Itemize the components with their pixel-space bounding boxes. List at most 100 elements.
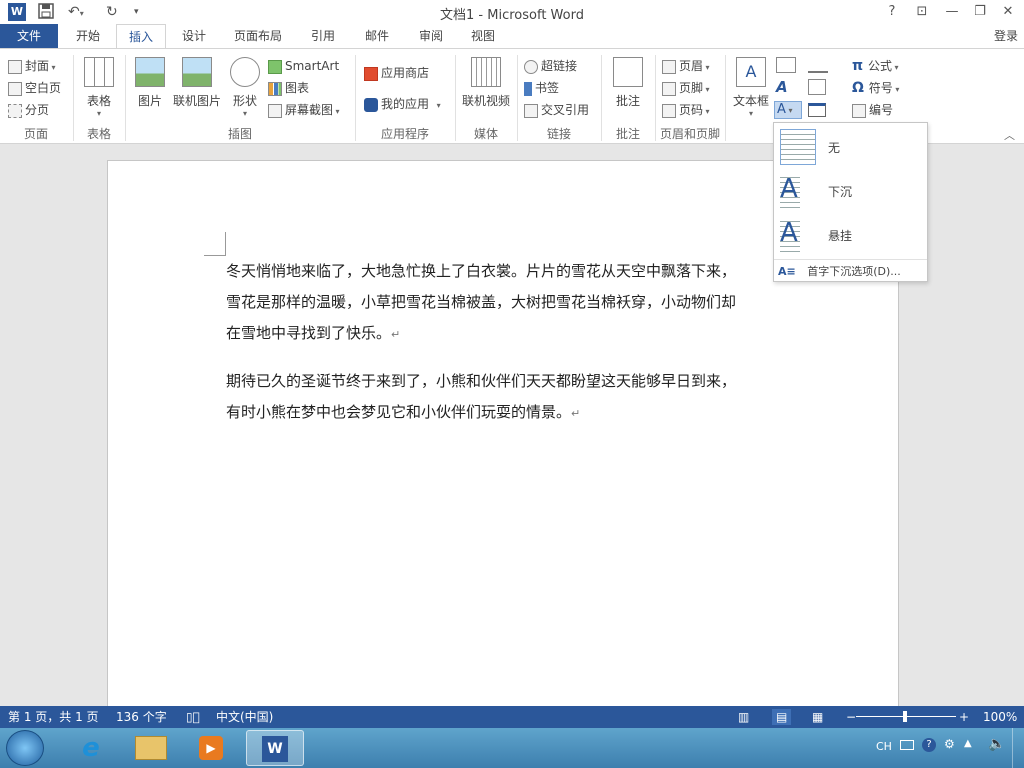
help-button[interactable]: ? [880, 2, 904, 22]
ribbon-display-options-button[interactable]: ⊡ [910, 2, 934, 22]
chart-button[interactable]: 图表 [268, 77, 309, 99]
paragraph-2-line-1: 期待已久的圣诞节终于来到了，小熊和伙伴们天天都盼望这天能够早日到来， [226, 372, 737, 390]
screenshot-button[interactable]: 屏幕截图 ▾ [268, 99, 340, 121]
store-icon [364, 66, 378, 81]
tab-insert[interactable]: 插入 [116, 24, 166, 49]
footer-button[interactable]: 页脚 ▾ [662, 77, 710, 99]
my-apps-icon [364, 97, 378, 112]
page-count[interactable]: 第 1 页，共 1 页 [8, 709, 99, 725]
drop-cap-in-margin-option[interactable]: A 悬挂 [776, 213, 926, 257]
drop-cap-none-option[interactable]: 无 [776, 125, 926, 169]
start-button[interactable] [6, 730, 44, 766]
my-apps-button[interactable]: 我的应用 ▾ [364, 93, 441, 115]
web-layout-icon[interactable]: ▦ [812, 709, 823, 725]
text-box-button[interactable]: A 文本框 ▾ [730, 57, 772, 118]
tab-layout[interactable]: 页面布局 [226, 24, 290, 48]
table-button[interactable]: 表格 ▾ [80, 57, 118, 118]
bookmark-button[interactable]: 书签 [524, 77, 559, 99]
picture-button[interactable]: 图片 [132, 57, 168, 109]
tab-mailings[interactable]: 邮件 [352, 24, 402, 48]
blank-page-button[interactable]: 空白页 [8, 77, 61, 99]
keyboard-icon[interactable] [900, 740, 914, 750]
word-taskbar-icon[interactable]: W [246, 730, 304, 766]
numbering-icon [852, 103, 866, 118]
drop-cap-menu: 无 A 下沉 A 悬挂 A≡ 首字下沉选项(D)... [773, 122, 928, 282]
tab-review[interactable]: 审阅 [406, 24, 456, 48]
drop-cap-dropped-option[interactable]: A 下沉 [776, 169, 926, 213]
cross-reference-button[interactable]: 交叉引用 [524, 99, 589, 121]
drop-cap-dropped-icon: A [780, 173, 816, 209]
drop-cap-none-icon [780, 129, 816, 165]
header-button[interactable]: 页眉 ▾ [662, 55, 710, 77]
page-break-button[interactable]: 分页 [8, 99, 49, 121]
hyperlink-button[interactable]: 超链接 [524, 55, 577, 77]
numbering-button[interactable]: 编号 [852, 99, 893, 121]
paragraph-1[interactable]: 冬天悄悄地来临了，大地急忙换上了白衣裳。片片的雪花从天空中飘落下来， 雪花是那样… [226, 256, 786, 350]
input-method-indicator[interactable]: CH [876, 740, 892, 753]
margin-corner-marker [204, 232, 226, 256]
collapse-ribbon-icon[interactable]: ︿ [1004, 127, 1015, 143]
page-break-icon [8, 103, 22, 118]
picture-icon [135, 57, 165, 87]
zoom-slider-thumb[interactable] [903, 711, 907, 722]
new-comment-button[interactable]: 批注 [608, 57, 648, 109]
wordart-icon[interactable]: A [776, 79, 796, 95]
date-time-icon[interactable] [808, 79, 826, 95]
symbol-button[interactable]: Ω 符号 ▾ [852, 77, 899, 99]
cross-reference-icon [524, 103, 538, 118]
tab-home[interactable]: 开始 [62, 24, 114, 48]
drop-cap-button[interactable]: A ▾ [774, 101, 802, 119]
drop-cap-options-icon: A≡ [778, 265, 796, 278]
object-icon[interactable] [808, 103, 826, 117]
volume-icon[interactable]: 🔈 [988, 736, 1005, 752]
equation-button[interactable]: π 公式 ▾ [852, 55, 899, 77]
zoom-out-button[interactable]: − [846, 709, 856, 725]
show-desktop-button[interactable] [1012, 728, 1024, 768]
shapes-button[interactable]: 形状 ▾ [226, 57, 264, 118]
proofing-icon[interactable]: ▯⃠ [186, 709, 200, 725]
online-video-button[interactable]: 联机视频 [458, 57, 514, 109]
window-title: 文档1 - Microsoft Word [440, 8, 584, 23]
language-indicator[interactable]: 中文(中国) [216, 709, 273, 725]
show-hidden-icons[interactable]: ▲ [964, 738, 972, 749]
paragraph-1-line-2: 雪花是那样的温暖，小草把雪花当棉被盖，大树把雪花当棉袄穿，小动物们却 [226, 293, 737, 311]
signature-line-icon[interactable] [808, 57, 828, 73]
paragraph-1-line-3: 在雪地中寻找到了快乐。↵ [226, 324, 401, 342]
omega-icon: Ω [852, 80, 869, 96]
drop-cap-options-item[interactable]: A≡ 首字下沉选项(D)... [778, 263, 926, 281]
page-number-icon [662, 103, 676, 118]
settings-tray-icon[interactable]: ⚙ [944, 737, 955, 751]
tab-references[interactable]: 引用 [298, 24, 348, 48]
page-number-button[interactable]: 页码 ▾ [662, 99, 710, 121]
shapes-icon [230, 57, 260, 87]
zoom-level[interactable]: 100% [983, 709, 1017, 725]
help-tray-icon[interactable]: ? [922, 738, 936, 752]
sign-in-link[interactable]: 登录 [994, 24, 1018, 48]
tab-design[interactable]: 设计 [170, 24, 218, 48]
paragraph-mark: ↵ [571, 407, 581, 420]
media-player-icon[interactable]: ▶ [184, 730, 238, 766]
taskbar: e ▶ W CH ? ⚙ ▲ 🔈 [0, 728, 1024, 768]
internet-explorer-icon[interactable]: e [64, 730, 118, 766]
tab-view[interactable]: 视图 [458, 24, 508, 48]
word-count[interactable]: 136 个字 [116, 709, 167, 725]
online-picture-icon [182, 57, 212, 87]
cover-page-button[interactable]: 封面 ▾ [8, 55, 56, 77]
tab-file[interactable]: 文件 [0, 24, 58, 48]
print-layout-icon[interactable]: ▤ [772, 709, 792, 725]
restore-button[interactable]: ❐ [968, 2, 992, 22]
paragraph-2[interactable]: 期待已久的圣诞节终于来到了，小熊和伙伴们天天都盼望这天能够早日到来， 有时小熊在… [226, 366, 786, 429]
minimize-button[interactable]: — [940, 2, 964, 22]
title-bar: W ↶▾ ↻ ▾ 文档1 - Microsoft Word ? ⊡ — ❐ ✕ [0, 0, 1024, 24]
read-mode-icon[interactable]: ▥ [738, 709, 749, 725]
drop-cap-in-margin-icon: A [780, 217, 816, 253]
smartart-button[interactable]: SmartArt [268, 55, 339, 77]
close-button[interactable]: ✕ [996, 2, 1020, 22]
zoom-in-button[interactable]: + [959, 709, 969, 725]
group-label-media: 媒体 [473, 127, 498, 141]
quick-parts-icon[interactable] [776, 57, 796, 73]
online-picture-button[interactable]: 联机图片 [170, 57, 224, 109]
file-explorer-icon[interactable] [124, 730, 178, 766]
group-label-tables: 表格 [86, 127, 111, 141]
office-store-button[interactable]: 应用商店 [364, 62, 429, 84]
